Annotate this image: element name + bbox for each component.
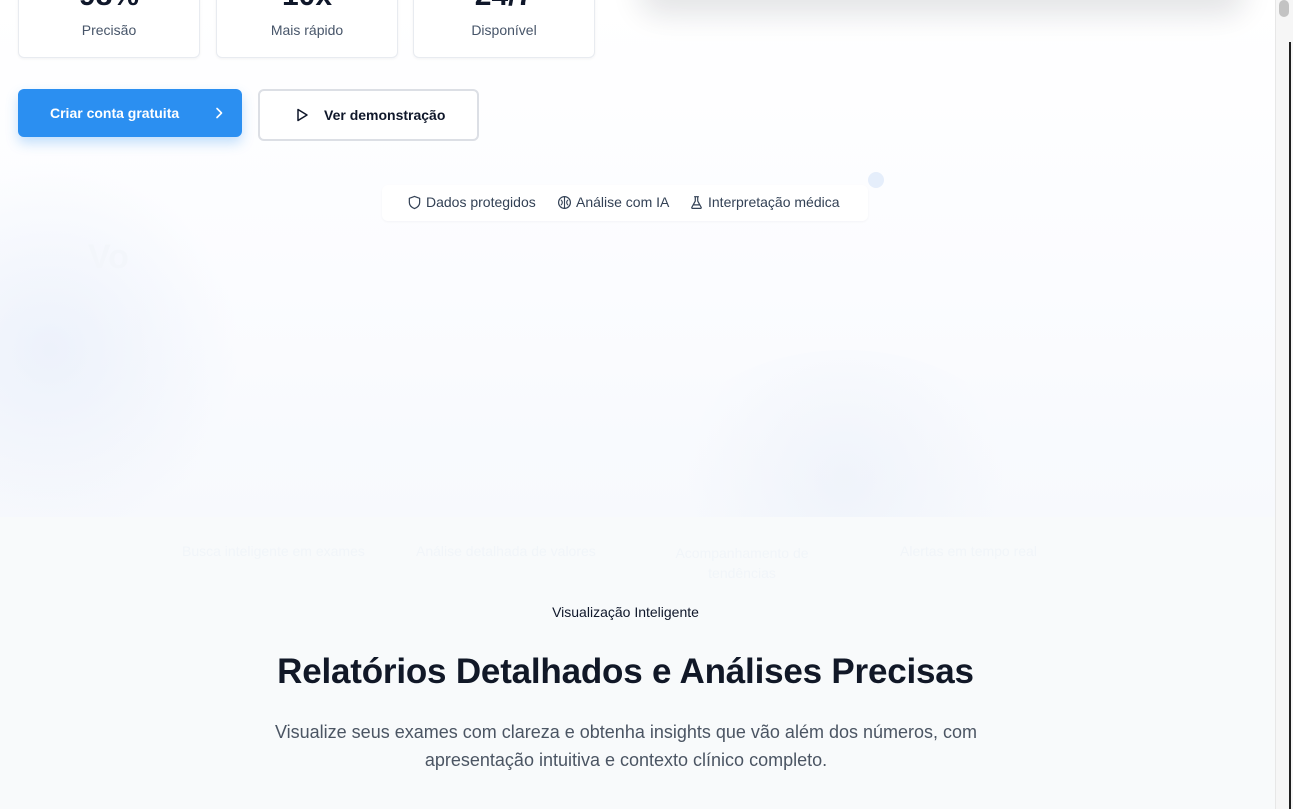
play-icon [297, 108, 308, 122]
feature-medical-interpretation: Interpretação médica [689, 194, 840, 210]
scrollbar-thumb[interactable] [1279, 0, 1289, 17]
feature-ai-analysis: Análise com IA [557, 194, 669, 210]
window-edge-line [1289, 42, 1291, 809]
faded-caption: Busca inteligente em exames [182, 543, 365, 559]
feature-label: Análise com IA [576, 194, 670, 210]
stat-label: Precisão [81, 22, 137, 38]
watch-demo-button[interactable]: Ver demonstração [258, 89, 479, 141]
faded-caption: Acompanhamento de tendências [675, 545, 809, 581]
stat-value: 98% [19, 0, 199, 13]
feature-label: Dados protegidos [426, 194, 536, 210]
feature-data-protected: Dados protegidos [407, 194, 536, 210]
faded-caption: Análise detalhada de valores [416, 543, 596, 559]
brain-icon [557, 195, 572, 209]
section-description: Visualize seus exames com clareza e obte… [274, 722, 978, 770]
flask-icon [691, 195, 702, 209]
stat-value: 10x [217, 0, 397, 13]
faded-caption: Alertas em tempo real [900, 543, 1037, 559]
stat-card-precision: 98% Precisão [18, 0, 200, 58]
shield-icon [408, 195, 421, 209]
stat-card-speed: 10x Mais rápido [216, 0, 398, 58]
feature-label: Interpretação médica [708, 194, 840, 210]
watch-demo-label: Ver demonstração [324, 107, 446, 123]
stat-label: Disponível [471, 22, 537, 38]
stat-value: 24/7 [414, 0, 594, 13]
section-eyebrow: Visualização Inteligente [552, 604, 699, 620]
landing-page: 98% Precisão 10x Mais rápido 24/7 Dispon… [0, 0, 1275, 809]
create-free-account-label: Criar conta gratuita [50, 105, 180, 121]
stat-card-availability: 24/7 Disponível [413, 0, 595, 58]
stat-label: Mais rápido [270, 22, 344, 38]
faded-heading: Vo [88, 238, 129, 276]
decorative-dot [868, 172, 884, 188]
section-title: Relatórios Detalhados e Análises Precisa… [277, 652, 974, 691]
chevron-right-icon [216, 107, 223, 119]
create-free-account-button[interactable]: Criar conta gratuita [18, 89, 242, 137]
